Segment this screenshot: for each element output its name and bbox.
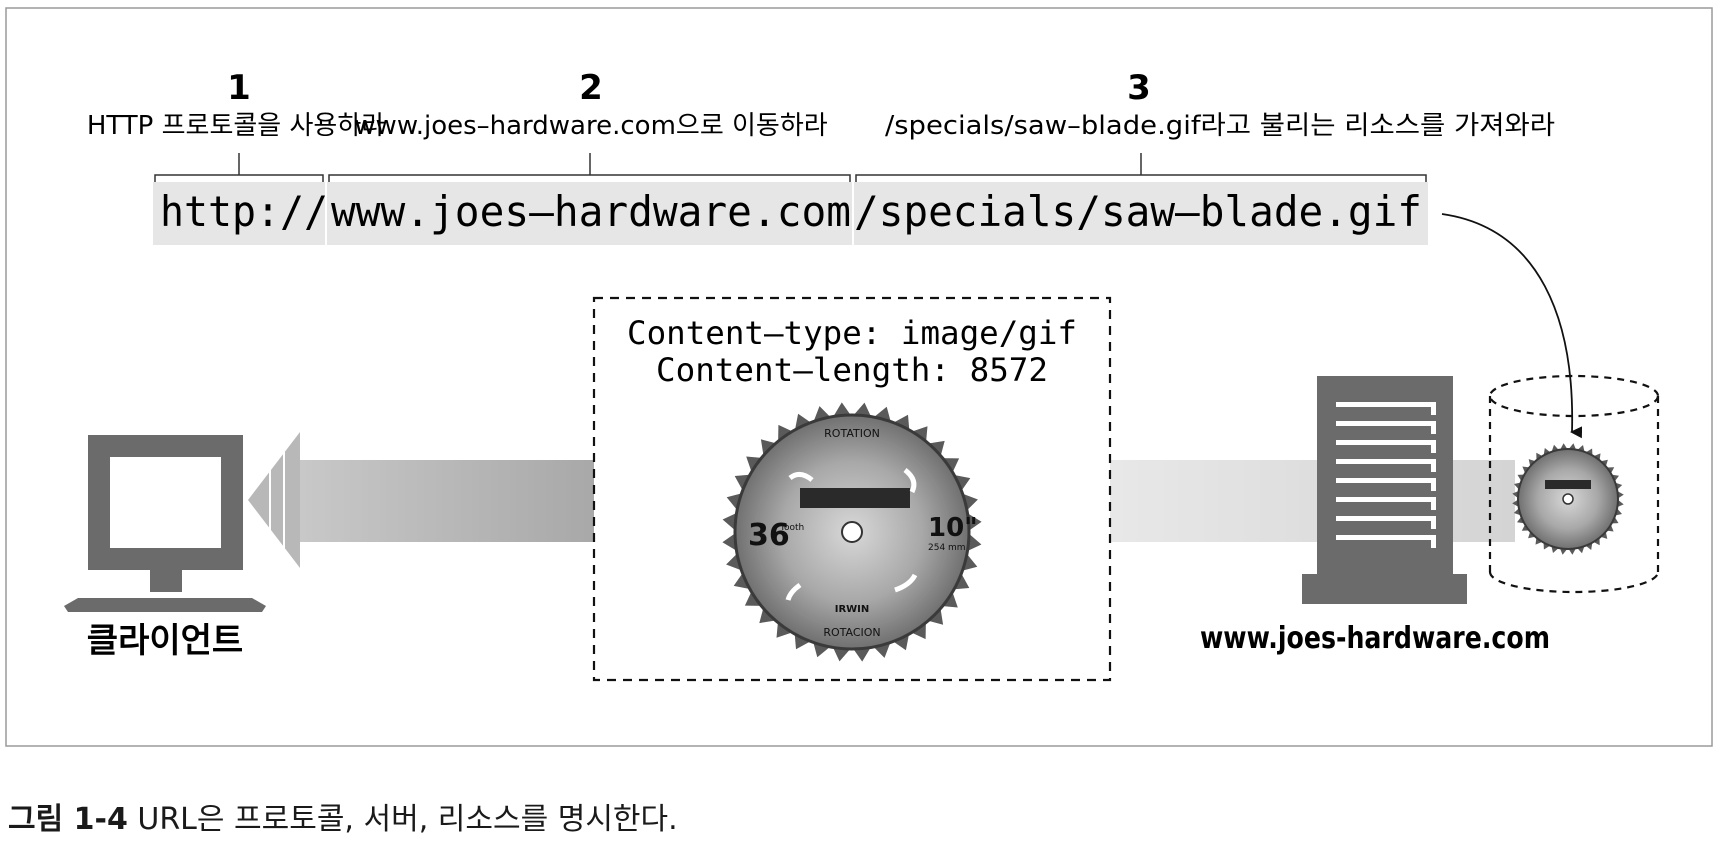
server-slot [1336, 440, 1436, 445]
content-length-header: Content–length: 8572 [656, 351, 1048, 389]
figure-caption: 그림 1-4 URL은 프로토콜, 서버, 리소스를 명시한다. [8, 794, 678, 838]
server-slot [1336, 402, 1436, 407]
response-arrow-right [1110, 460, 1515, 542]
server-slot [1336, 516, 1436, 521]
server-slot-handle [1431, 402, 1436, 415]
blade-bottom-label: ROTACION [823, 626, 880, 639]
server-slot [1336, 459, 1436, 464]
caption-text: URL은 프로토콜, 서버, 리소스를 명시한다. [127, 802, 678, 837]
server-label: www.joes-hardware.com [1200, 621, 1550, 656]
stored-saw-blade-image [1512, 443, 1624, 555]
blade-brand: IRWIN [835, 604, 870, 615]
server-slot-handle [1431, 497, 1436, 510]
step-1-number: 1 [227, 68, 251, 108]
server-slot [1336, 497, 1436, 502]
step-1-text: HTTP 프로토콜을 사용하라 [87, 111, 385, 141]
server-slot-handle [1431, 459, 1436, 472]
url-scheme: http:// [160, 187, 328, 236]
blade-size-mm: 254 mm [928, 543, 966, 553]
url-path: /specials/saw–blade.gif [854, 187, 1422, 236]
step-2-text: www.joes–hardware.com으로 이동하라 [354, 111, 827, 141]
server-slot-handle [1431, 535, 1436, 548]
client-label: 클라이언트 [87, 621, 243, 661]
url-diagram: 1 HTTP 프로토콜을 사용하라 2 www.joes–hardware.co… [5, 7, 1713, 747]
url-host: www.joes–hardware.com [331, 187, 851, 236]
blade-size: 10" [928, 513, 978, 543]
step-3-text: /specials/saw–blade.gif라고 불리는 리소스를 가져와라 [885, 111, 1555, 141]
server-slot [1336, 478, 1436, 483]
server-slot-handle [1431, 421, 1436, 434]
server-slot-handle [1431, 516, 1436, 529]
step-2-number: 2 [579, 68, 603, 108]
blade-top-label: ROTATION [824, 427, 880, 440]
server-slot [1336, 535, 1436, 540]
blade-teeth-word: Tooth [779, 523, 804, 533]
content-type-header: Content–type: image/gif [627, 314, 1077, 352]
figure-number: 그림 1-4 [8, 802, 128, 837]
step-3-number: 3 [1127, 68, 1151, 108]
server-icon [1302, 376, 1467, 604]
server-slot-handle [1431, 440, 1436, 453]
saw-blade-image: ROTATION ROTACION 36 Tooth 10" 254 mm IR… [722, 402, 982, 662]
server-slot [1336, 421, 1436, 426]
server-slot-handle [1431, 478, 1436, 491]
